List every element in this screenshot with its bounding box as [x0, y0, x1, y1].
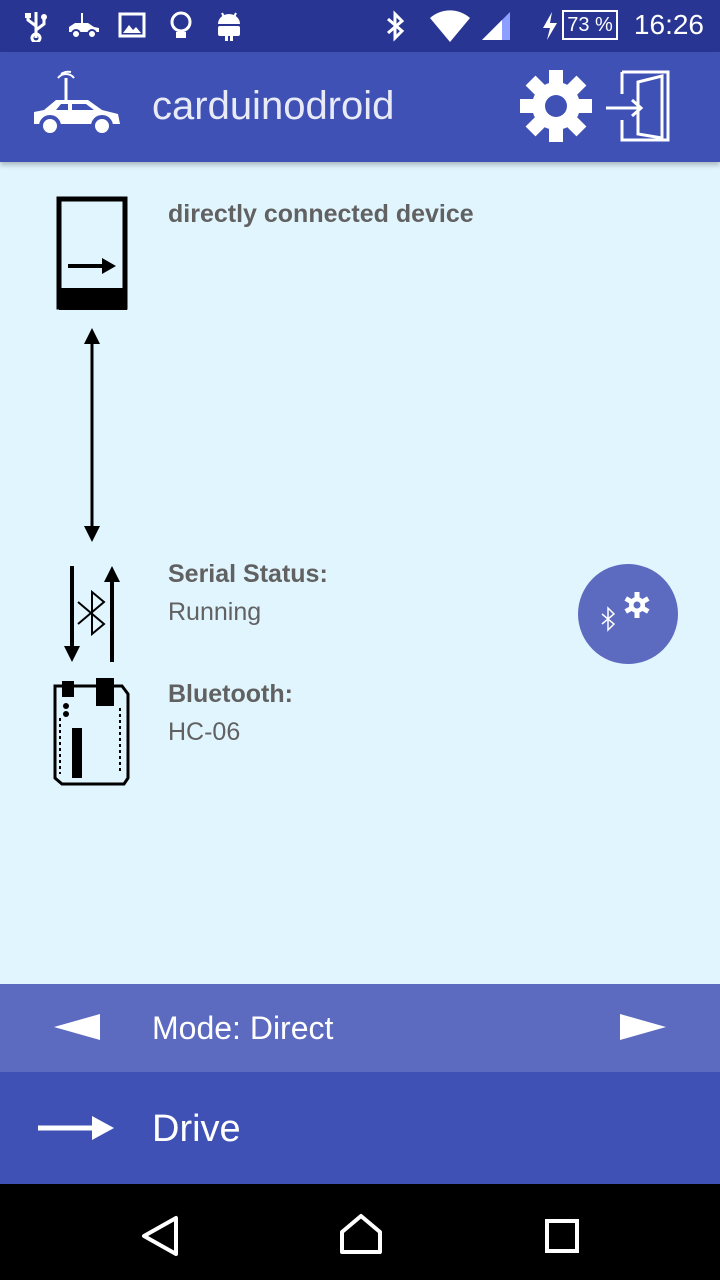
settings-gear-icon[interactable]: [518, 68, 594, 149]
bluetooth-settings-button[interactable]: [578, 564, 678, 664]
image-icon: [118, 10, 146, 45]
battery-percent: 73 %: [567, 14, 613, 36]
navigation-bar: [0, 1184, 720, 1280]
arduino-board-icon: [52, 678, 132, 793]
drive-button[interactable]: Drive: [0, 1072, 720, 1184]
signal-icon: [480, 10, 512, 47]
phone-arrow-icon: [56, 196, 130, 317]
car-logo-icon: [28, 70, 124, 151]
recents-icon[interactable]: [544, 1218, 580, 1259]
charging-icon: [540, 10, 560, 47]
home-icon[interactable]: [338, 1212, 384, 1261]
serial-status-label: Serial Status:: [168, 560, 328, 588]
battery-icon: 73 %: [562, 10, 618, 40]
android-icon: [214, 10, 244, 47]
arrow-right-icon[interactable]: [620, 1010, 668, 1049]
bluetooth-settings-icon: [600, 590, 656, 645]
serial-status-value: Running: [168, 598, 262, 626]
mode-bar: Mode: Direct: [0, 984, 720, 1072]
bluetooth-status-icon: [384, 10, 408, 47]
bluetooth-value: HC-06: [168, 718, 241, 746]
drive-label: Drive: [152, 1108, 241, 1150]
wifi-icon: [428, 8, 472, 49]
usb-icon: [22, 10, 50, 47]
mode-label: Mode: Direct: [152, 1010, 334, 1046]
exit-icon[interactable]: [604, 68, 674, 151]
drive-arrow-icon: [36, 1112, 116, 1149]
bulb-icon: [168, 10, 194, 47]
device-heading: directly connected device: [168, 200, 474, 228]
app-bar: carduinodroid: [0, 52, 720, 162]
serial-bluetooth-icon: [60, 562, 126, 671]
arrow-left-icon[interactable]: [52, 1010, 100, 1049]
car-notification-icon: [66, 10, 102, 47]
app-title: carduinodroid: [152, 84, 395, 128]
double-arrow-icon: [80, 326, 104, 549]
bluetooth-label: Bluetooth:: [168, 680, 293, 708]
status-bar: 73 % 16:26: [0, 0, 720, 52]
back-icon[interactable]: [140, 1214, 180, 1263]
clock: 16:26: [633, 9, 704, 40]
